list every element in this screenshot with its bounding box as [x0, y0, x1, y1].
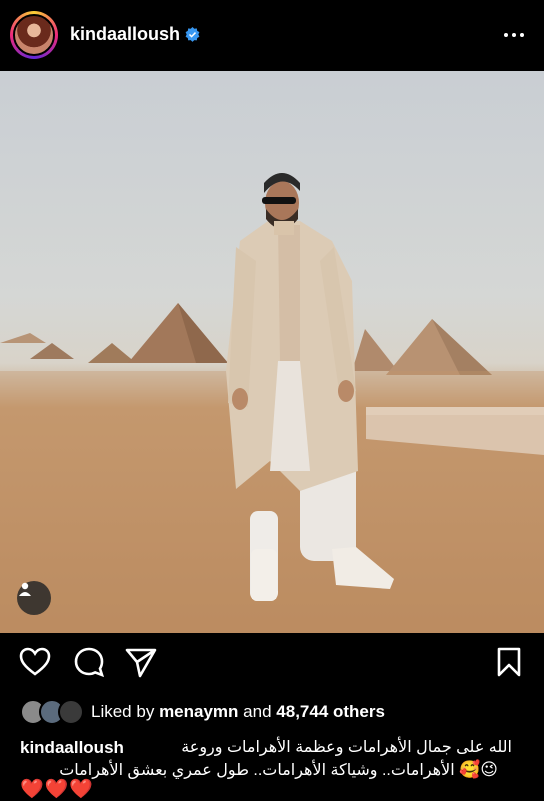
verified-badge-icon — [185, 27, 200, 42]
likes-user[interactable]: menaymn — [159, 702, 238, 721]
heart-icon[interactable] — [18, 645, 52, 679]
comment-icon[interactable] — [72, 645, 106, 679]
likes-row[interactable]: Liked by menaymn and 48,744 others — [20, 699, 385, 725]
caption-emojis: 😉🥰 — [459, 760, 498, 779]
bookmark-icon[interactable] — [492, 645, 526, 679]
caption-line-1: الله على جمال الأهرامات وعظمة الأهرامات … — [181, 739, 512, 756]
liker-avatar — [58, 699, 84, 725]
post-header: kindaalloush — [0, 0, 544, 70]
caption-line-2: 😉🥰 الأهرامات.. وشياكة الأهرامات.. طول عم… — [59, 759, 498, 782]
post-username[interactable]: kindaalloush — [70, 24, 180, 45]
action-bar — [0, 645, 544, 689]
post-photo[interactable] — [0, 71, 544, 633]
send-icon[interactable] — [124, 645, 158, 679]
likes-and: and — [243, 702, 272, 721]
caption: kindaalloush الله على جمال الأهرامات وعظ… — [20, 737, 530, 800]
avatar[interactable] — [13, 14, 55, 56]
user-tag-icon[interactable] — [17, 581, 51, 615]
likes-count[interactable]: 48,744 others — [276, 702, 385, 721]
caption-line-2-text: الأهرامات.. وشياكة الأهرامات.. طول عمري … — [59, 762, 455, 779]
more-options-icon[interactable] — [504, 26, 528, 44]
pyramids-scene — [0, 173, 544, 633]
likes-text[interactable]: Liked by menaymn and 48,744 others — [91, 702, 385, 722]
caption-username[interactable]: kindaalloush — [20, 738, 124, 757]
story-ring[interactable] — [10, 11, 58, 59]
likes-prefix: Liked by — [91, 702, 155, 721]
caption-hearts: ❤️❤️❤️ — [20, 779, 94, 800]
